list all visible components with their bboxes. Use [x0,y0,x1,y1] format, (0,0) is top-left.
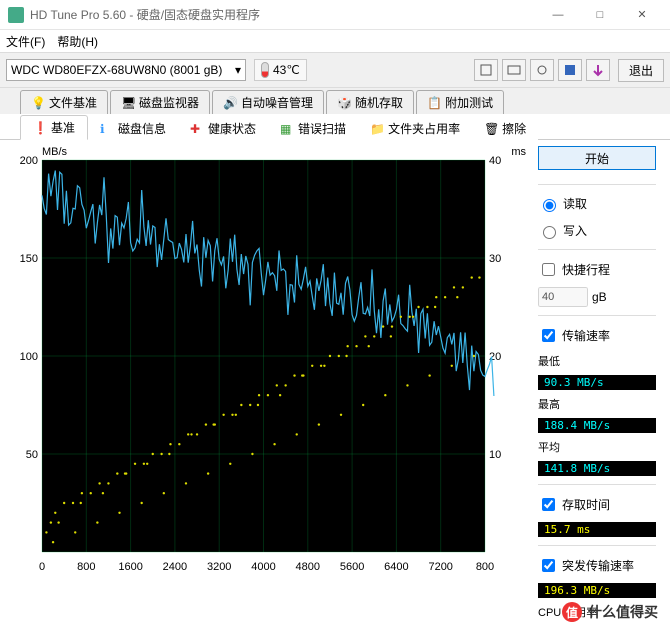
temperature-value: 43℃ [273,63,300,77]
copy-screenshot-button[interactable] [502,59,526,81]
y-right-label: ms [511,146,526,158]
options-button[interactable] [586,59,610,81]
access-value: 15.7 ms [538,522,656,537]
tab-error-scan[interactable]: ▦错误扫描 [268,117,358,140]
tab-row-top: 💡文件基准 🖥磁盘监视器 🔊自动噪音管理 🎲随机存取 📋附加测试 [0,88,670,114]
svg-text:5600: 5600 [340,561,364,573]
svg-text:40: 40 [489,155,501,167]
svg-text:0: 0 [39,561,45,573]
exit-button[interactable]: 退出 [618,59,664,82]
drive-select-value: WDC WD80EFZX-68UW8N0 (8001 gB) [11,63,222,77]
tab-erase[interactable]: 🗑擦除 [472,117,538,140]
grid-icon: ▦ [280,122,294,136]
svg-text:2400: 2400 [163,561,187,573]
folder-icon: 📁 [370,122,384,136]
tab-extra-tests[interactable]: 📋附加测试 [416,90,504,114]
svg-text:50: 50 [26,449,38,461]
app-icon [8,7,24,23]
copy-info-button[interactable] [474,59,498,81]
svg-text:6400: 6400 [384,561,408,573]
tab-file-benchmark[interactable]: 💡文件基准 [20,90,108,114]
bulb-icon: 💡 [31,96,45,110]
tab-health[interactable]: ✚健康状态 [178,117,268,140]
avg-value: 141.8 MB/s [538,461,656,476]
write-radio[interactable]: 写入 [538,222,656,239]
read-radio[interactable]: 读取 [538,195,656,212]
plus-icon: ✚ [190,122,204,136]
watermark: 值 什么值得买 [562,602,658,622]
svg-text:100: 100 [20,351,38,363]
stroke-unit: gB [592,290,607,304]
maximize-button[interactable]: □ [580,1,620,29]
info-circle-icon: ℹ [100,122,114,136]
y-left-label: MB/s [42,146,67,158]
svg-text:200: 200 [20,155,38,167]
avg-label: 平均 [538,439,656,455]
svg-text:800: 800 [77,561,95,573]
start-button[interactable]: 开始 [538,146,656,170]
svg-text:4800: 4800 [296,561,320,573]
window-title: HD Tune Pro 5.60 - 硬盘/固态硬盘实用程序 [30,6,538,23]
svg-text:10: 10 [489,449,501,461]
tab-aam[interactable]: 🔊自动噪音管理 [212,90,324,114]
svg-text:30: 30 [489,253,501,265]
chevron-down-icon: ▾ [235,63,241,77]
watermark-text: 什么值得买 [588,602,658,622]
chart-svg: 2001501005040302010080016002400320040004… [8,146,513,576]
save-button[interactable] [558,59,582,81]
svg-text:3200: 3200 [207,561,231,573]
min-label: 最低 [538,353,656,369]
menu-file[interactable]: 文件(F) [6,33,45,50]
monitor-icon: 🖥 [121,96,135,110]
min-value: 90.3 MB/s [538,375,656,390]
thermometer-icon [261,62,269,78]
trash-icon: 🗑 [484,122,498,136]
burst-value: 196.3 MB/s [538,583,656,598]
max-value: 188.4 MB/s [538,418,656,433]
svg-text:1600: 1600 [118,561,142,573]
watermark-icon: 值 [562,602,582,622]
content-area: 2001501005040302010080016002400320040004… [0,140,670,630]
side-panel: 开始 读取 写入 快捷行程 gB 传输速率 最低 90.3 MB/s 最高 18… [532,146,662,630]
tab-folder-usage[interactable]: 📁文件夹占用率 [358,117,472,140]
burst-check[interactable]: 突发传输速率 [538,556,656,575]
benchmark-chart: 2001501005040302010080016002400320040004… [8,146,532,630]
tab-benchmark[interactable]: ❗基准 [20,115,88,140]
short-stroke-check[interactable]: 快捷行程 [538,260,656,279]
clipboard-icon: 📋 [427,96,441,110]
menu-help[interactable]: 帮助(H) [57,33,98,50]
svg-text:4000: 4000 [251,561,275,573]
menubar: 文件(F) 帮助(H) [0,30,670,52]
max-label: 最高 [538,396,656,412]
screenshot-button[interactable] [530,59,554,81]
dice-icon: 🎲 [337,96,351,110]
minimize-button[interactable]: — [538,1,578,29]
svg-text:150: 150 [20,253,38,265]
temperature-badge: 43℃ [254,59,307,81]
transfer-check[interactable]: 传输速率 [538,326,656,345]
svg-text:7200: 7200 [428,561,452,573]
drive-select[interactable]: WDC WD80EFZX-68UW8N0 (8001 gB) ▾ [6,59,246,81]
tab-random-access[interactable]: 🎲随机存取 [326,90,414,114]
info-icon: ❗ [33,121,47,135]
access-check[interactable]: 存取时间 [538,495,656,514]
tab-disk-monitor[interactable]: 🖥磁盘监视器 [110,90,210,114]
close-button[interactable]: ✕ [622,1,662,29]
svg-text:800: 800 [476,561,494,573]
tab-info[interactable]: ℹ磁盘信息 [88,117,178,140]
toolbar: WDC WD80EFZX-68UW8N0 (8001 gB) ▾ 43℃ 退出 [0,52,670,88]
stroke-spinbox[interactable] [538,287,588,307]
tab-row-bottom: ❗基准 ℹ磁盘信息 ✚健康状态 ▦错误扫描 📁文件夹占用率 🗑擦除 [0,114,670,140]
titlebar: HD Tune Pro 5.60 - 硬盘/固态硬盘实用程序 — □ ✕ [0,0,670,30]
speaker-icon: 🔊 [223,96,237,110]
